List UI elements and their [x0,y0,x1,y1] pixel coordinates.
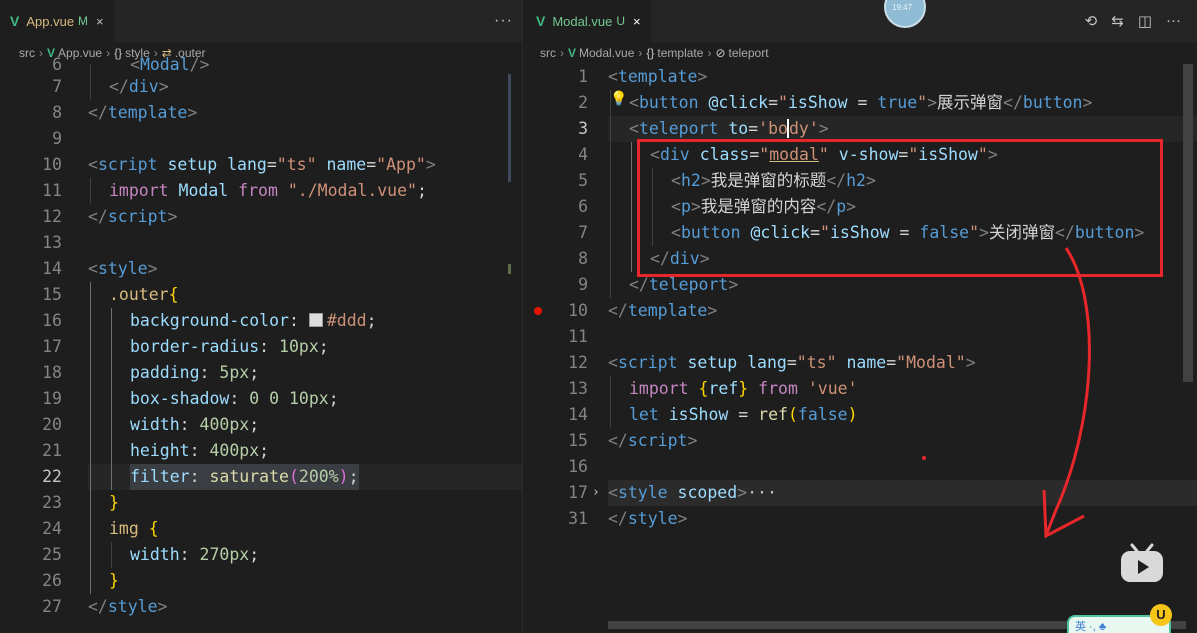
right-editor-group: V Modal.vue U × 19:47 ⟲ ⇆ ◫ ··· src › V Mo… [526,0,1197,633]
code-line: 14 <style> [42,259,158,278]
ime-badge: U [1150,604,1172,626]
left-tab-bar: V App.vue M × ··· [0,0,522,42]
code-line: 26} [42,571,119,590]
code-line: 18 padding: 5px; [42,363,260,382]
tab-filename: App.vue [26,13,75,29]
indent-guide [111,308,112,490]
more-actions-icon[interactable]: ··· [494,12,513,30]
code-line: 10 <script setup lang="ts" name="App"> [42,155,436,174]
code-line: 17 border-radius: 10px; [42,337,329,356]
annotation-red-arrow [1042,247,1091,539]
code-line: 25 width: 270px; [42,545,260,564]
code-line: 13 [42,233,62,252]
code-line: 9 [52,129,62,148]
close-icon[interactable]: × [96,14,104,29]
left-editor-group: V App.vue M × ··· src › V App.vue › {} style… [0,0,523,633]
scroll-marker [508,74,511,182]
code-line: 24 img { [42,519,159,538]
indent-guide [90,282,91,594]
code-line: 8 </template> [52,103,198,122]
code-line: 12 </script> [42,207,178,226]
indent-guide [90,178,91,204]
code-line: 20 width: 400px; [42,415,260,434]
annotation-dot [922,456,926,460]
scroll-marker [508,264,511,274]
tab-app-vue[interactable]: V App.vue M × [0,0,114,42]
code-editor-app-vue[interactable]: 6 <Modal/> 7 </div> 8 </template> 9 10 <scri… [0,55,522,633]
color-swatch[interactable] [308,313,323,327]
code-line: 16 background-color: #ddd; [42,311,377,330]
ime-text: 英 ·, ♣ [1075,621,1107,633]
code-line-current: 22 filter: saturate(200%); [0,464,522,490]
bilibili-tv-icon [1121,543,1163,582]
code-line: 21 height: 400px; [42,441,270,460]
code-line: 19 box-shadow: 0 0 10px; [42,389,339,408]
vertical-scrollbar[interactable] [508,64,522,633]
indent-guide [111,542,112,568]
code-line: 11 import Modal from "./Modal.vue"; [42,181,427,200]
indent-guide [90,64,91,100]
code-line: 7 </div> [52,77,169,96]
vue-file-icon: V [10,13,20,29]
code-line: 23} [42,493,119,512]
modified-badge: M [78,14,89,28]
code-line: 27 </style> [42,597,168,616]
code-line: 15 .outer{ [42,285,179,304]
